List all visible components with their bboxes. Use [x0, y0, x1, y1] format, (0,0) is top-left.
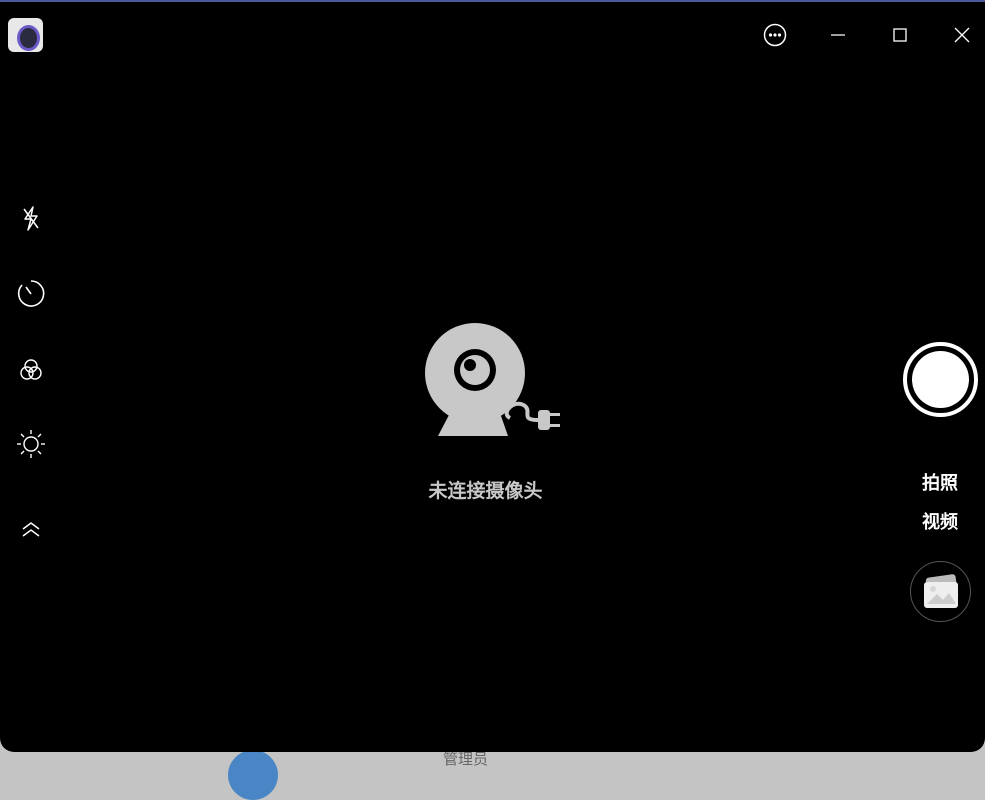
shutter-button[interactable] [903, 342, 978, 417]
desktop-avatar [228, 750, 278, 800]
camera-disconnected-icon [420, 318, 565, 443]
camera-status-text: 未连接摄像头 [428, 480, 543, 502]
video-mode-tab[interactable]: 视频 [900, 508, 980, 534]
brightness-button[interactable] [14, 427, 48, 461]
maximize-button[interactable] [885, 20, 915, 50]
minimize-button[interactable] [823, 20, 853, 50]
gallery-button[interactable] [910, 561, 971, 622]
flash-button[interactable] [14, 201, 48, 235]
close-icon [954, 27, 970, 43]
photo-mode-tab[interactable]: 拍照 [900, 469, 980, 495]
minimize-icon [831, 34, 845, 36]
timer-button[interactable] [14, 276, 48, 310]
flash-off-icon [23, 206, 39, 231]
close-button[interactable] [947, 20, 977, 50]
expand-button[interactable] [14, 514, 48, 548]
camera-window: 未连接摄像头 拍照 视频 [0, 0, 985, 752]
more-button[interactable] [760, 20, 790, 50]
filter-icon [20, 359, 42, 380]
brightness-icon [17, 430, 45, 458]
timer-icon [17, 280, 45, 307]
camera-app-icon [8, 18, 43, 52]
maximize-icon [893, 28, 907, 42]
more-icon [763, 23, 787, 47]
expand-up-icon [22, 522, 40, 537]
gallery-icon [923, 573, 958, 608]
filter-button[interactable] [14, 353, 48, 387]
